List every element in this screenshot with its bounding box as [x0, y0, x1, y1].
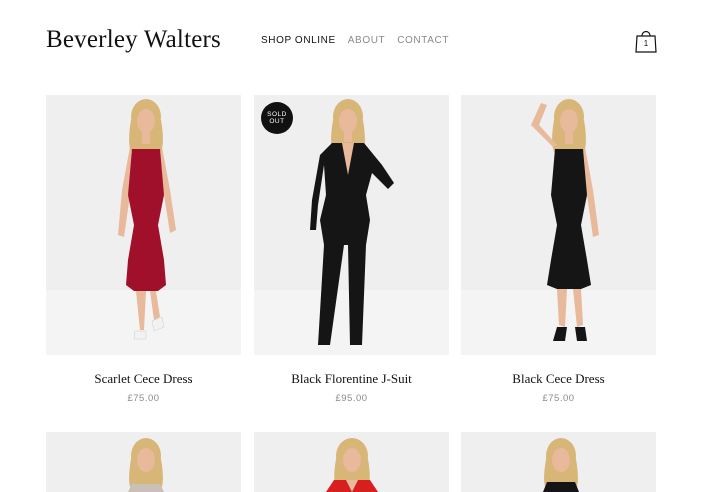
model-figure: [254, 99, 449, 355]
badge-line-2: OUT: [269, 118, 285, 125]
product-image[interactable]: SOLD OUT: [254, 95, 449, 355]
model-figure: [46, 99, 241, 355]
model-figure: [128, 438, 164, 492]
product-card[interactable]: SOLD OUT Black Florentine J-Suit £95.00: [254, 95, 449, 404]
dress-shape: [547, 149, 591, 289]
dress-shape: [126, 149, 166, 291]
sold-out-badge: SOLD OUT: [261, 102, 293, 134]
product-title[interactable]: Scarlet Cece Dress: [46, 371, 241, 387]
product-price: £95.00: [335, 393, 368, 404]
product-card[interactable]: [46, 432, 241, 492]
product-image[interactable]: [461, 432, 656, 492]
product-card[interactable]: [254, 432, 449, 492]
product-card[interactable]: [461, 432, 656, 492]
product-card[interactable]: Black Cece Dress £75.00: [461, 95, 656, 404]
model-figure: [326, 438, 378, 492]
product-image[interactable]: [461, 95, 656, 355]
product-title[interactable]: Black Cece Dress: [461, 371, 656, 387]
badge-line-1: SOLD: [267, 110, 287, 118]
product-card[interactable]: Scarlet Cece Dress £75.00: [46, 95, 241, 404]
product-image[interactable]: [46, 432, 241, 492]
product-price: £75.00: [127, 393, 160, 404]
product-image[interactable]: [46, 95, 241, 355]
product-price: £75.00: [542, 393, 575, 404]
model-figure: [461, 99, 656, 355]
model-figure: [543, 438, 579, 492]
product-grid: Scarlet Cece Dress £75.00 SOLD OUT Black …: [0, 0, 720, 492]
product-image[interactable]: [254, 432, 449, 492]
product-title[interactable]: Black Florentine J-Suit: [254, 371, 449, 387]
